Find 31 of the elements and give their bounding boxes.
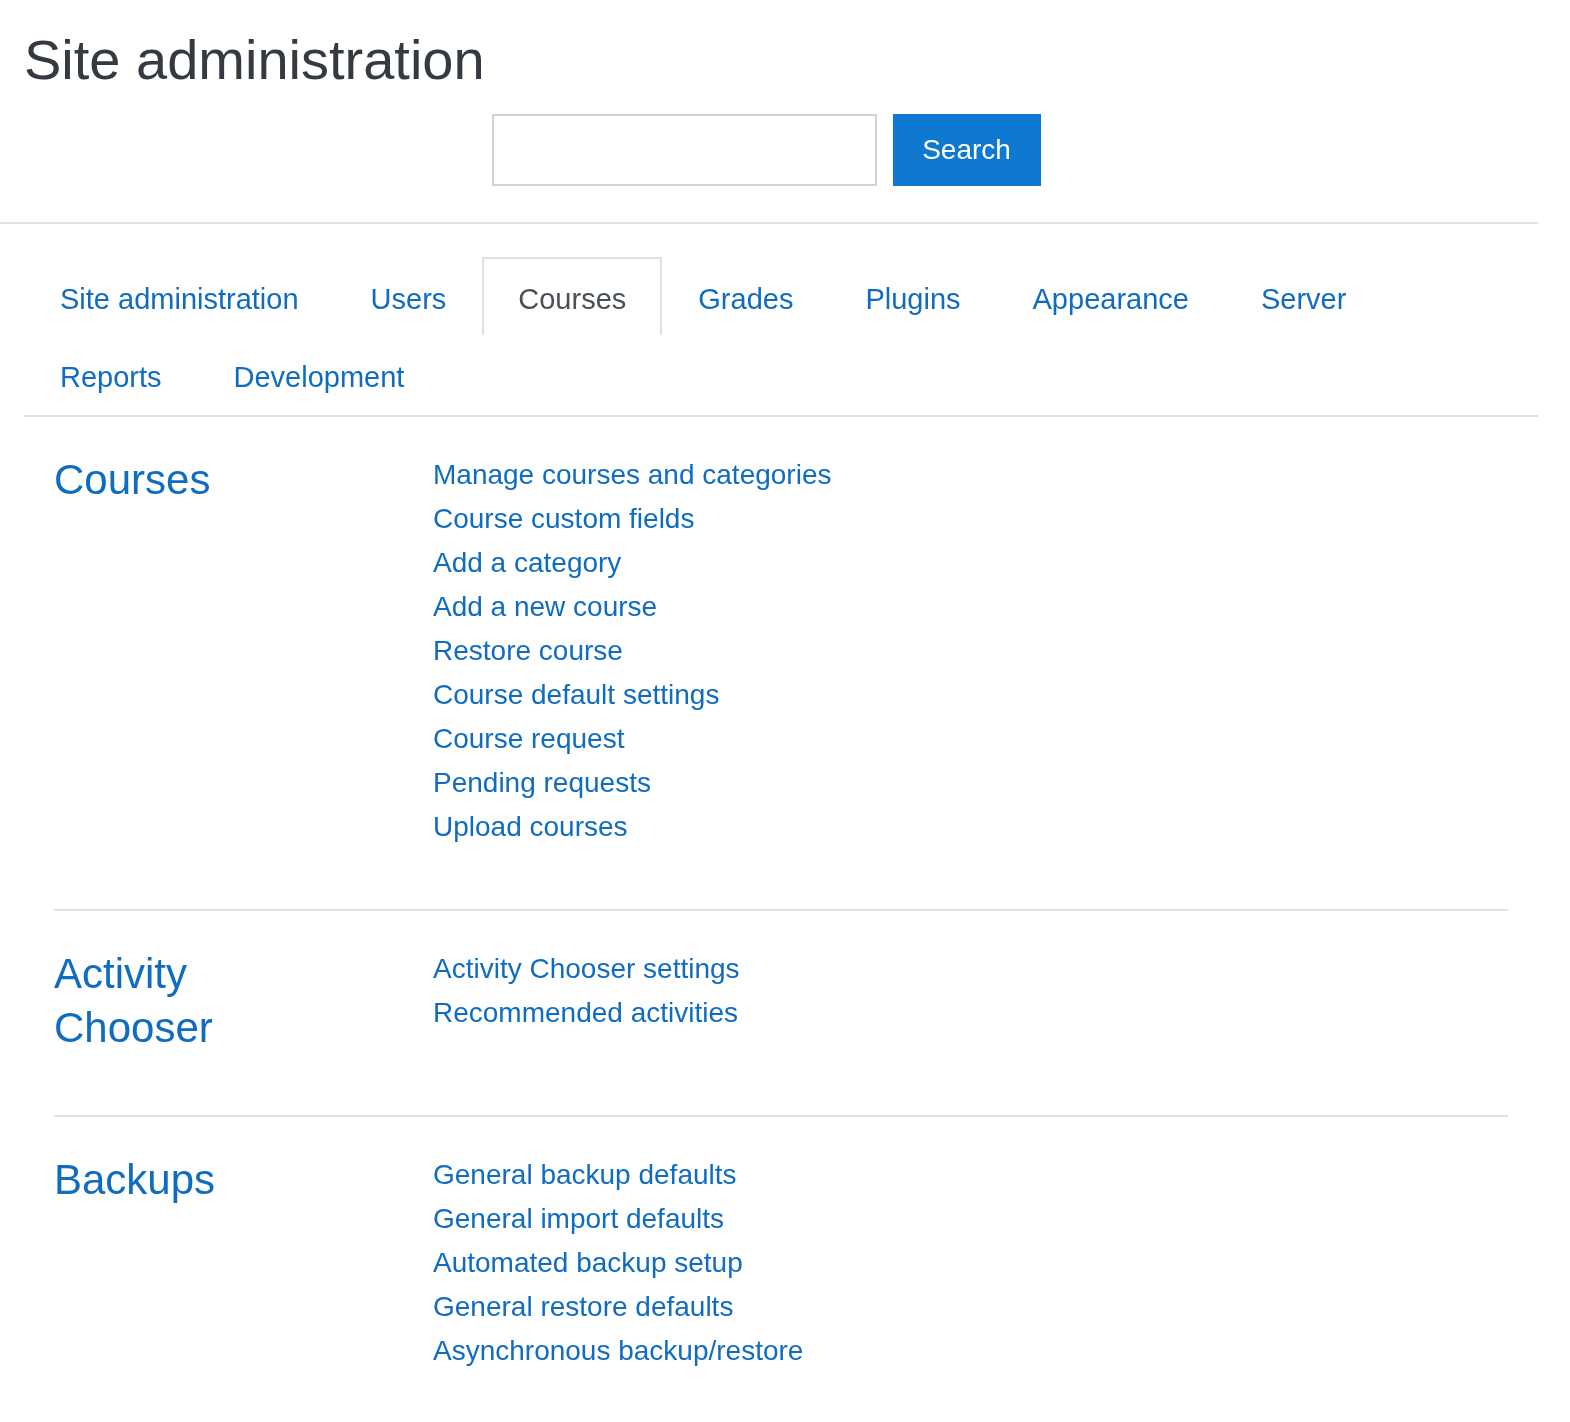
tab[interactable]: Users	[334, 257, 483, 335]
settings-link[interactable]: Asynchronous backup/restore	[433, 1329, 804, 1373]
tab[interactable]: Grades	[662, 257, 830, 335]
tab[interactable]: Server	[1224, 257, 1383, 335]
settings-link[interactable]: General import defaults	[433, 1197, 725, 1241]
tab[interactable]: Courses	[482, 257, 663, 335]
settings-link[interactable]: Add a category	[433, 541, 622, 585]
settings-link[interactable]: Pending requests	[433, 761, 651, 805]
page-title: Site administration	[24, 27, 486, 93]
tab[interactable]: Reports	[24, 335, 198, 413]
tab[interactable]: Development	[197, 335, 441, 413]
settings-link[interactable]: Restore course	[433, 629, 623, 673]
settings-link[interactable]: Activity Chooser settings	[433, 947, 740, 991]
settings-link[interactable]: Automated backup setup	[433, 1241, 743, 1285]
settings-link[interactable]: Add a new course	[433, 585, 658, 629]
section-heading[interactable]: Activity Chooser	[54, 947, 433, 1055]
settings-link[interactable]: General restore defaults	[433, 1285, 734, 1329]
settings-link[interactable]: Course custom fields	[433, 497, 695, 541]
search-button[interactable]: Search	[892, 114, 1041, 186]
settings-link[interactable]: Manage courses and categories	[433, 453, 832, 497]
tab[interactable]: Plugins	[829, 257, 997, 335]
settings-link[interactable]: Upload courses	[433, 805, 628, 849]
settings-link[interactable]: Course request	[433, 717, 625, 761]
section-heading[interactable]: Courses	[54, 453, 433, 849]
tab[interactable]: Appearance	[996, 257, 1225, 335]
search-field[interactable]	[491, 114, 877, 186]
section-heading[interactable]: Backups	[54, 1153, 433, 1373]
settings-link[interactable]: Recommended activities	[433, 991, 739, 1035]
settings-link[interactable]: Course default settings	[433, 673, 720, 717]
settings-link[interactable]: General backup defaults	[433, 1153, 737, 1197]
tab[interactable]: Site administration	[24, 257, 335, 335]
